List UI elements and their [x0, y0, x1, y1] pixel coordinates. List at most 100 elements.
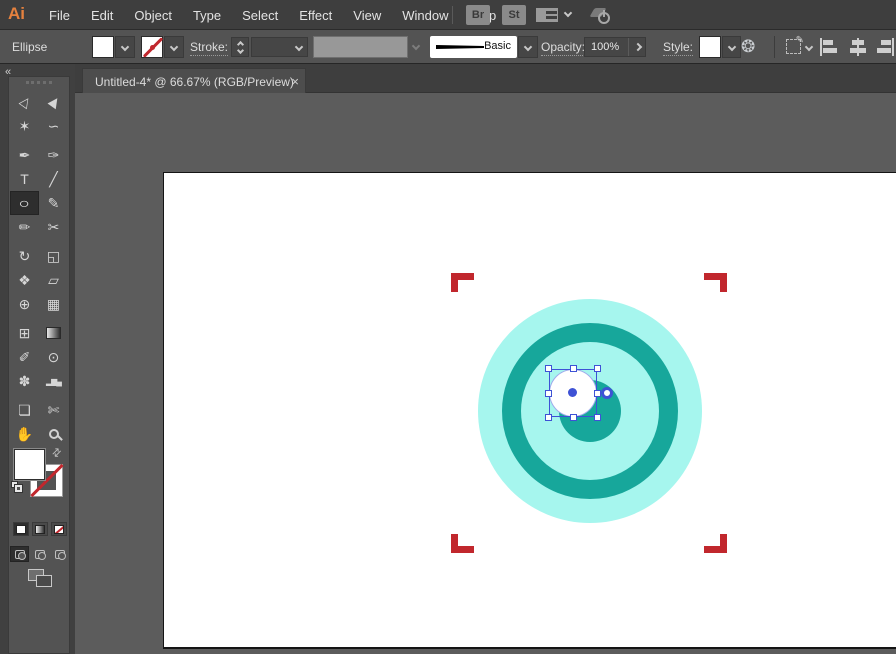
- selection-handle[interactable]: [570, 365, 577, 372]
- free-transform-tool-icon: ▱: [48, 272, 59, 289]
- color-button[interactable]: [13, 522, 29, 536]
- menu-item-file[interactable]: File: [47, 8, 72, 23]
- selection-handle[interactable]: [545, 414, 552, 421]
- menu-item-select[interactable]: Select: [240, 8, 280, 23]
- style-chevron-down-icon[interactable]: [722, 36, 741, 58]
- selection-handle[interactable]: [594, 390, 601, 397]
- width-tool[interactable]: ❖: [10, 268, 39, 292]
- document-tab-title: Untitled-4* @ 66.67% (RGB/Preview): [95, 75, 294, 89]
- panel-drag-handle[interactable]: [26, 81, 52, 84]
- gradient-tool[interactable]: [39, 321, 68, 345]
- slice-tool[interactable]: ✄: [39, 398, 68, 422]
- paintbrush-tool[interactable]: ✎: [39, 191, 68, 215]
- swap-fill-stroke-icon[interactable]: ⇄: [49, 445, 65, 461]
- fill-chevron-down-icon[interactable]: [115, 36, 135, 58]
- stroke-chevron-down-icon[interactable]: [164, 36, 184, 58]
- artboard-tool-icon: ❏: [18, 402, 31, 419]
- change-screen-mode-icon[interactable]: [28, 569, 52, 587]
- isolate-object-icon[interactable]: ✎: [786, 39, 801, 54]
- selection-handle[interactable]: [545, 365, 552, 372]
- align-right-icon[interactable]: [874, 38, 894, 56]
- line-segment-tool[interactable]: ╱: [39, 167, 68, 191]
- rotate-tool[interactable]: ↻: [10, 244, 39, 268]
- type-tool[interactable]: T: [10, 167, 39, 191]
- align-left-icon[interactable]: [820, 38, 840, 56]
- default-fill-stroke-icon[interactable]: [11, 481, 22, 492]
- zoom-tool[interactable]: [39, 422, 68, 446]
- variable-width-profile-dropdown[interactable]: [313, 36, 408, 58]
- brush-definition-preview[interactable]: Basic: [430, 36, 517, 58]
- stroke-weight-label[interactable]: Stroke:: [190, 40, 228, 56]
- column-graph-tool[interactable]: ▂▆▄: [39, 369, 68, 393]
- magic-wand-tool[interactable]: ✶: [10, 114, 39, 138]
- menu-item-window[interactable]: Window: [400, 8, 450, 23]
- workspace-switcher-icon[interactable]: [536, 8, 558, 22]
- perspective-grid-tool[interactable]: ▦: [39, 292, 68, 316]
- menu-item-view[interactable]: View: [351, 8, 383, 23]
- workspace-chevron-down-icon[interactable]: [564, 9, 572, 17]
- mesh-tool-icon: ⊞: [19, 325, 31, 342]
- free-transform-tool[interactable]: ▱: [39, 268, 68, 292]
- selection-center-point[interactable]: [568, 388, 577, 397]
- recolor-artwork-icon[interactable]: ❂: [741, 38, 755, 55]
- curvature-tool[interactable]: ✑: [39, 143, 68, 167]
- pencil-tool[interactable]: ✏: [10, 215, 39, 239]
- opacity-field[interactable]: 100%: [584, 37, 646, 57]
- pen-tool[interactable]: ✒: [10, 143, 39, 167]
- lasso-tool[interactable]: ∽: [39, 114, 68, 138]
- direct-selection-tool[interactable]: ▶: [39, 90, 68, 114]
- menu-item-object[interactable]: Object: [132, 8, 174, 23]
- tab-close-icon[interactable]: ×: [291, 74, 299, 89]
- control-bar: Ellipse Stroke: Basic Opacity: 100% Styl…: [0, 30, 896, 64]
- none-button[interactable]: [51, 522, 67, 536]
- crop-mark-bottom-right[interactable]: [704, 534, 727, 553]
- gradient-button[interactable]: [32, 522, 48, 536]
- opacity-label[interactable]: Opacity:: [541, 40, 585, 56]
- crop-mark-top-left[interactable]: [451, 273, 474, 292]
- selection-handle[interactable]: [594, 414, 601, 421]
- scissors-tool[interactable]: ✂: [39, 215, 68, 239]
- style-label[interactable]: Style:: [663, 40, 693, 56]
- stock-button[interactable]: St: [502, 5, 526, 25]
- stroke-weight-stepper[interactable]: [231, 37, 249, 57]
- rotate-tool-icon: ↻: [19, 248, 31, 265]
- isolate-chevron-down-icon[interactable]: [805, 43, 813, 51]
- mesh-tool[interactable]: ⊞: [10, 321, 39, 345]
- fill-color-indicator[interactable]: [13, 448, 46, 481]
- shape-builder-tool[interactable]: ⊕: [10, 292, 39, 316]
- symbol-sprayer-tool-icon: ✽: [19, 373, 31, 390]
- live-shape-widget[interactable]: [601, 387, 613, 399]
- selection-handle[interactable]: [570, 414, 577, 421]
- eyedropper-tool[interactable]: ✐: [10, 345, 39, 369]
- blend-tool[interactable]: ⊙: [39, 345, 68, 369]
- draw-behind-button[interactable]: [30, 546, 49, 562]
- curvature-tool-icon: ✑: [48, 147, 60, 164]
- style-swatch[interactable]: [699, 36, 721, 58]
- gpu-performance-icon[interactable]: [592, 6, 610, 24]
- draw-normal-button[interactable]: [10, 546, 29, 562]
- hand-tool[interactable]: ✋: [10, 422, 39, 446]
- symbol-sprayer-tool[interactable]: ✽: [10, 369, 39, 393]
- fill-color-swatch[interactable]: [92, 36, 114, 58]
- crop-mark-top-right[interactable]: [704, 273, 727, 292]
- artboard-tool[interactable]: ❏: [10, 398, 39, 422]
- menu-item-edit[interactable]: Edit: [89, 8, 115, 23]
- opacity-chevron-right-icon[interactable]: [634, 43, 642, 51]
- selection-handle[interactable]: [545, 390, 552, 397]
- canvas[interactable]: [75, 93, 896, 654]
- draw-inside-button[interactable]: [50, 546, 69, 562]
- stroke-weight-dropdown[interactable]: [251, 37, 308, 57]
- menu-item-type[interactable]: Type: [191, 8, 223, 23]
- selection-tool[interactable]: ▷: [10, 90, 39, 114]
- width-tool-icon: ❖: [18, 272, 31, 289]
- brush-chevron-down-icon[interactable]: [518, 36, 538, 58]
- crop-mark-bottom-left[interactable]: [451, 534, 474, 553]
- document-tab[interactable]: Untitled-4* @ 66.67% (RGB/Preview) ×: [82, 68, 306, 93]
- ellipse-tool[interactable]: ○: [10, 191, 39, 215]
- selection-handle[interactable]: [594, 365, 601, 372]
- bridge-button[interactable]: Br: [466, 5, 490, 25]
- align-center-icon[interactable]: [848, 38, 868, 56]
- stroke-color-swatch[interactable]: [141, 36, 163, 58]
- menu-item-effect[interactable]: Effect: [297, 8, 334, 23]
- scale-tool[interactable]: ◱: [39, 244, 68, 268]
